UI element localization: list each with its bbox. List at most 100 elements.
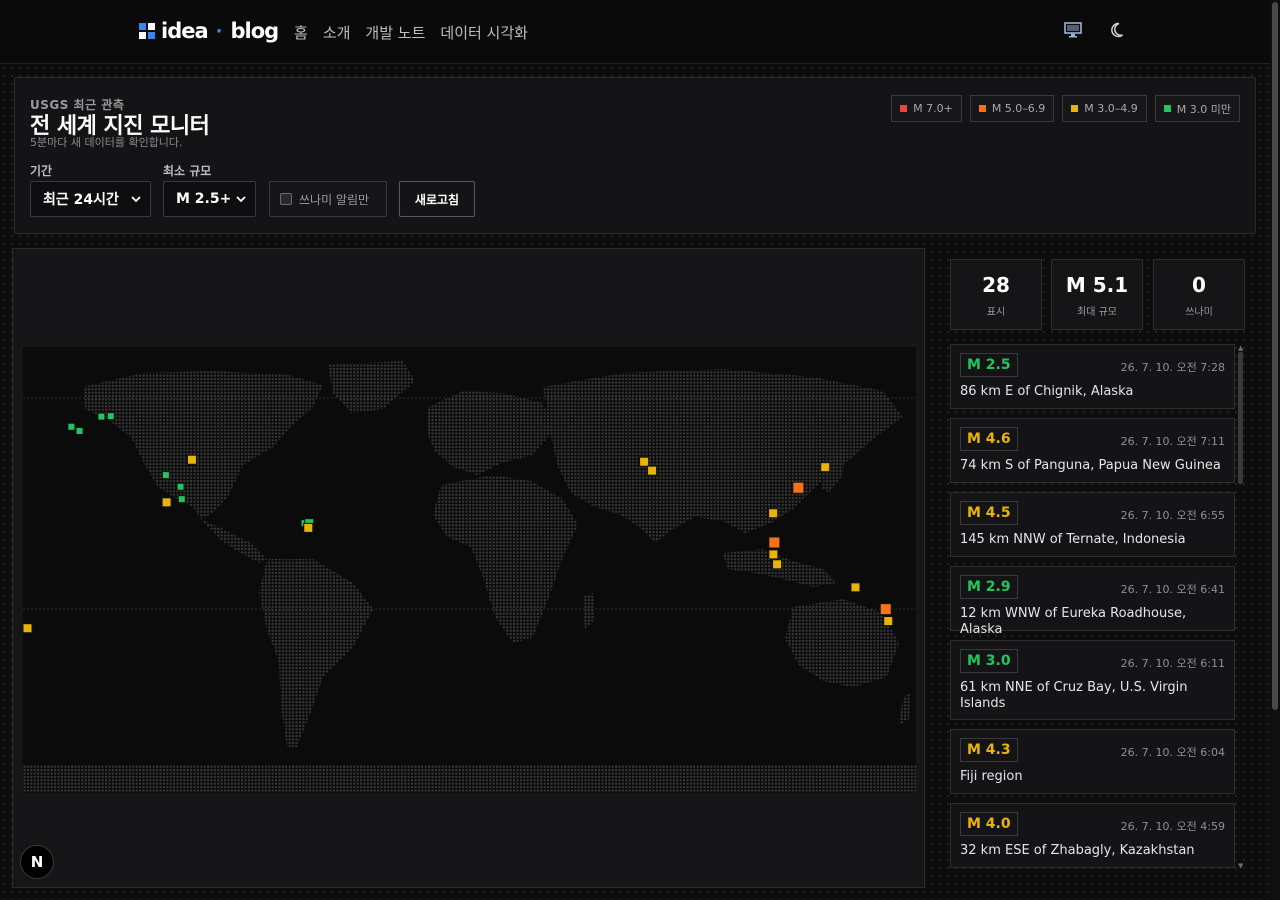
land-masses (23, 361, 916, 793)
page-scrollbar[interactable] (1270, 0, 1280, 900)
quake-marker[interactable] (768, 536, 781, 549)
period-select[interactable]: 최근 24시간 (30, 181, 151, 217)
magnitude-badge: M 2.5 (960, 353, 1018, 377)
topbar-actions (1064, 22, 1124, 42)
tsunami-checkbox[interactable] (280, 193, 292, 205)
quake-marker[interactable] (639, 456, 650, 467)
brand-name-right: blog (230, 19, 280, 43)
page-subtitle: 5분마다 새 데이터를 확인합니다. (30, 136, 183, 149)
quake-marker[interactable] (850, 582, 861, 593)
quake-marker[interactable] (768, 549, 779, 560)
quake-card[interactable]: M 2.5 26. 7. 10. 오전 7:28 86 km E of Chig… (950, 344, 1235, 409)
logo-cell (139, 32, 146, 39)
next-logo-icon[interactable]: N (20, 845, 54, 879)
quake-card[interactable]: M 4.3 26. 7. 10. 오전 6:04 Fiji region (950, 729, 1235, 794)
monitor-header-panel: USGS 최근 관측 전 세계 지진 모니터 5분마다 새 데이터를 확인합니다… (14, 77, 1256, 234)
legend-item: M 5.0–6.9 (969, 95, 1055, 122)
legend-label: M 7.0+ (913, 102, 953, 115)
nav-item-home[interactable]: 홈 (294, 22, 308, 43)
chevron-down-icon (131, 191, 141, 207)
magnitude-badge: M 2.9 (960, 575, 1018, 599)
legend-label: M 3.0–4.9 (1084, 102, 1138, 115)
quake-marker[interactable] (177, 495, 186, 504)
magnitude-legend: M 7.0+ M 5.0–6.9 M 3.0–4.9 M 3.0 미만 (891, 95, 1240, 122)
quake-place: Fiji region (960, 769, 1023, 784)
nav-item-dev-notes[interactable]: 개발 노트 (365, 22, 425, 43)
quake-card[interactable]: M 3.0 26. 7. 10. 오전 6:11 61 km NNE of Cr… (950, 640, 1235, 720)
quake-marker[interactable] (75, 426, 84, 435)
quake-marker[interactable] (820, 462, 831, 473)
quake-marker[interactable] (303, 522, 314, 533)
stat-label: 쓰나미 (1185, 307, 1213, 318)
brand-name-left: idea (161, 19, 209, 43)
world-map[interactable] (23, 347, 916, 793)
quake-marker[interactable] (647, 465, 658, 476)
quake-place: 86 km E of Chignik, Alaska (960, 384, 1134, 399)
moon-icon[interactable] (1110, 22, 1124, 42)
quake-marker[interactable] (97, 412, 106, 421)
quake-time: 26. 7. 10. 오전 7:11 (1120, 435, 1225, 448)
stat-tsunami-count: 0 쓰나미 (1153, 259, 1245, 330)
scroll-up-arrow-icon[interactable]: ▲ (1238, 344, 1243, 352)
tsunami-only-label: 쓰나미 알림만 (299, 192, 370, 207)
brand-logo-link[interactable]: idea · blog (139, 19, 280, 43)
quake-marker[interactable] (106, 412, 115, 421)
quake-marker[interactable] (161, 497, 172, 508)
earthquake-list[interactable]: M 2.5 26. 7. 10. 오전 7:28 86 km E of Chig… (950, 344, 1235, 870)
stat-max-magnitude: M 5.1 최대 규모 (1051, 259, 1143, 330)
legend-item: M 3.0–4.9 (1062, 95, 1147, 122)
refresh-button[interactable]: 새로고침 (399, 181, 475, 217)
quake-time: 26. 7. 10. 오전 6:41 (1120, 583, 1225, 596)
quake-marker[interactable] (23, 623, 33, 634)
min-magnitude-value: M 2.5+ (176, 191, 232, 207)
quake-place: 32 km ESE of Zhabagly, Kazakhstan (960, 843, 1195, 858)
quake-marker[interactable] (883, 616, 894, 627)
monitor-icon[interactable] (1064, 22, 1082, 42)
stat-shown-count: 28 표시 (950, 259, 1042, 330)
min-magnitude-select[interactable]: M 2.5+ (163, 181, 256, 217)
quake-marker[interactable] (792, 481, 805, 494)
quake-place: 74 km S of Panguna, Papua New Guinea (960, 458, 1221, 473)
legend-swatch (978, 105, 986, 112)
quake-marker[interactable] (768, 508, 779, 519)
magnitude-badge: M 4.6 (960, 427, 1018, 451)
logo-cell (148, 23, 155, 30)
quake-time: 26. 7. 10. 오전 6:55 (1120, 509, 1225, 522)
quake-marker[interactable] (772, 559, 783, 570)
logo-cell (148, 32, 155, 39)
magnitude-badge: M 4.0 (960, 812, 1018, 836)
quake-marker[interactable] (161, 471, 170, 480)
quake-time: 26. 7. 10. 오전 7:28 (1120, 361, 1225, 374)
stat-label: 최대 규모 (1077, 307, 1117, 318)
quake-card[interactable]: M 2.9 26. 7. 10. 오전 6:41 12 km WNW of Eu… (950, 566, 1235, 637)
legend-item: M 3.0 미만 (1154, 95, 1240, 122)
quake-marker[interactable] (879, 603, 892, 616)
chevron-down-icon (236, 191, 246, 207)
grid-logo-icon (139, 23, 155, 39)
quake-list-scrollbar-thumb[interactable] (1238, 352, 1243, 484)
min-magnitude-label: 최소 규모 (163, 164, 212, 178)
page-scrollbar-thumb[interactable] (1272, 2, 1278, 710)
magnitude-badge: M 3.0 (960, 649, 1018, 673)
quake-place: 12 km WNW of Eureka Roadhouse, Alaska (960, 606, 1187, 637)
nav-item-data-viz[interactable]: 데이터 시각화 (440, 22, 528, 43)
quake-card[interactable]: M 4.0 26. 7. 10. 오전 4:59 32 km ESE of Zh… (950, 803, 1235, 868)
world-map-svg (23, 361, 916, 793)
tsunami-only-toggle[interactable]: 쓰나미 알림만 (269, 181, 387, 217)
nav-item-about[interactable]: 소개 (323, 22, 351, 43)
brand-separator: · (215, 20, 223, 42)
quake-card[interactable]: M 4.5 26. 7. 10. 오전 6:55 145 km NNW of T… (950, 492, 1235, 557)
quake-place: 145 km NNW of Ternate, Indonesia (960, 532, 1186, 547)
quake-time: 26. 7. 10. 오전 6:04 (1120, 746, 1225, 759)
scroll-down-arrow-icon[interactable]: ▼ (1238, 862, 1243, 870)
quake-marker[interactable] (176, 482, 185, 491)
quake-list-scrollbar[interactable]: ▲ ▼ (1238, 344, 1244, 870)
quake-marker[interactable] (67, 422, 76, 431)
top-navigation-bar: idea · blog 홈 소개 개발 노트 데이터 시각화 (0, 0, 1270, 64)
quake-marker[interactable] (186, 454, 197, 465)
legend-label: M 5.0–6.9 (991, 102, 1046, 115)
magnitude-badge: M 4.3 (960, 738, 1018, 762)
quake-card[interactable]: M 4.6 26. 7. 10. 오전 7:11 74 km S of Pang… (950, 418, 1235, 483)
legend-item: M 7.0+ (891, 95, 962, 122)
stat-value: 0 (1192, 273, 1206, 297)
